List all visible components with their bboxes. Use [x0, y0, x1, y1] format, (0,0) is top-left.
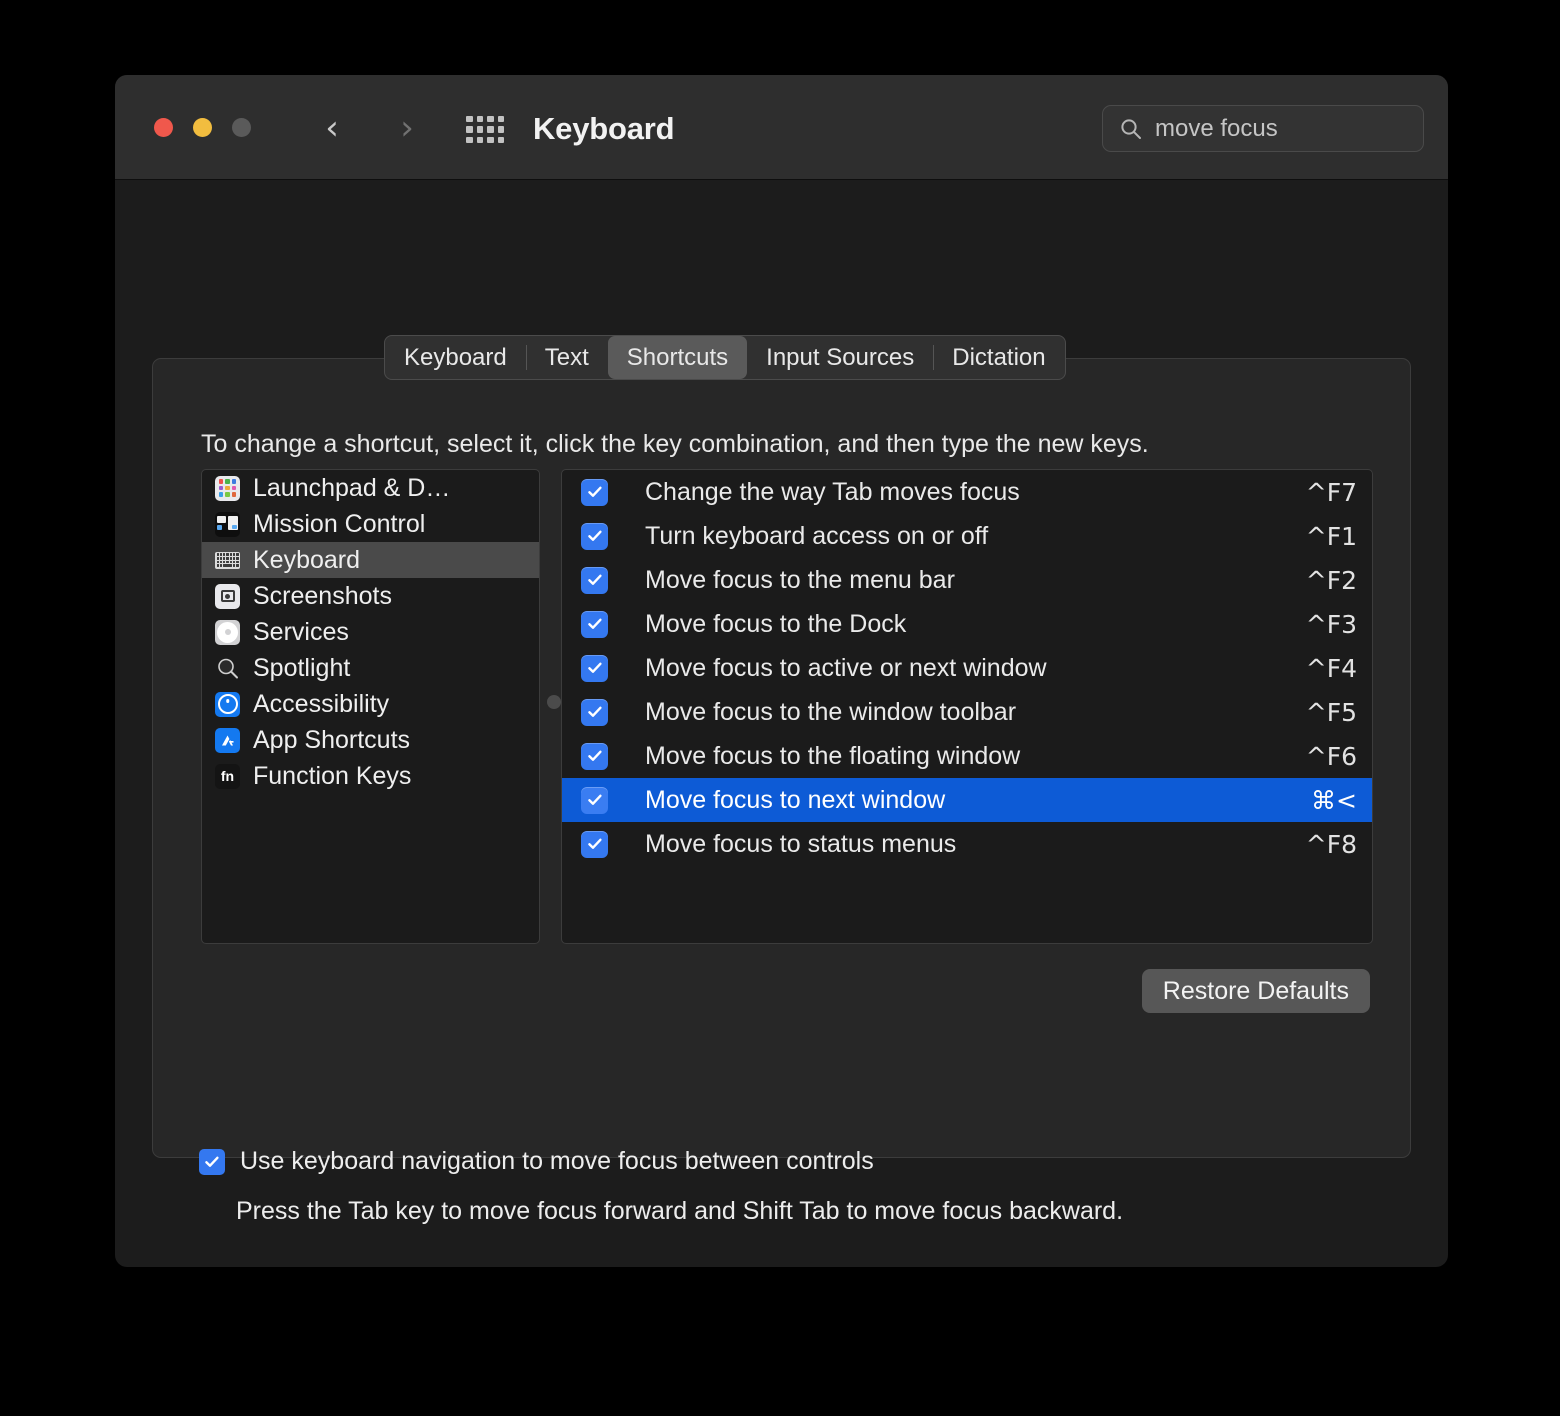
sidebar-item-accessibility[interactable]: Accessibility [202, 686, 539, 722]
sidebar-item-app-shortcuts[interactable]: App Shortcuts [202, 722, 539, 758]
shortcut-checkbox[interactable] [581, 698, 608, 726]
shortcut-label: Move focus to status menus [645, 829, 957, 858]
shortcut-checkbox[interactable] [581, 522, 608, 550]
shortcut-label: Move focus to the floating window [645, 741, 1021, 770]
window-titlebar: ‹ › Keyboard ✕ [115, 75, 1448, 180]
forward-arrow-icon[interactable]: › [386, 107, 428, 149]
instructions-text: To change a shortcut, select it, click t… [201, 430, 1149, 458]
page-title: Keyboard [533, 111, 675, 146]
services-gear-icon [215, 619, 240, 645]
shortcut-key[interactable]: ^F5 [1306, 698, 1357, 727]
sidebar-item-label: Spotlight [253, 653, 351, 682]
shortcuts-list[interactable]: Change the way Tab moves focus ^F7 Turn … [561, 469, 1373, 944]
window-body: To change a shortcut, select it, click t… [115, 180, 1448, 1266]
table-row[interactable]: Move focus to active or next window ^F4 [562, 646, 1372, 690]
sidebar-item-mission-control[interactable]: Mission Control [202, 506, 539, 542]
search-input[interactable] [1155, 114, 1448, 143]
shortcut-key[interactable]: ^F4 [1306, 654, 1357, 683]
shortcut-checkbox[interactable] [581, 478, 608, 506]
sidebar-item-label: Function Keys [253, 761, 412, 790]
table-row-selected[interactable]: Move focus to next window ⌘< [562, 778, 1372, 822]
preference-tabs[interactable]: Keyboard Text Shortcuts Input Sources Di… [384, 335, 1066, 380]
zoom-window-button[interactable] [232, 118, 251, 137]
sidebar-item-spotlight[interactable]: Spotlight [202, 650, 539, 686]
shortcut-label: Change the way Tab moves focus [645, 477, 1020, 506]
shortcut-checkbox[interactable] [581, 566, 608, 594]
keyboard-navigation-checkbox[interactable] [199, 1148, 225, 1175]
sidebar-item-label: Services [253, 617, 349, 646]
sidebar-item-launchpad-and-dock[interactable]: Launchpad & D… [202, 470, 539, 506]
keyboard-preferences-window: ‹ › Keyboard ✕ To change a shortcut, sel… [115, 75, 1448, 1267]
sidebar-item-services[interactable]: Services [202, 614, 539, 650]
app-store-icon [215, 727, 240, 753]
launchpad-icon [215, 475, 240, 501]
sidebar-item-label: Keyboard [253, 545, 361, 574]
shortcut-label: Move focus to the window toolbar [645, 697, 1017, 726]
table-row[interactable]: Move focus to the window toolbar ^F5 [562, 690, 1372, 734]
sidebar-item-screenshots[interactable]: Screenshots [202, 578, 539, 614]
shortcut-key[interactable]: ^F8 [1306, 830, 1357, 859]
tab-text[interactable]: Text [525, 336, 608, 379]
table-row[interactable]: Change the way Tab moves focus ^F7 [562, 470, 1372, 514]
shortcut-key[interactable]: ^F7 [1306, 478, 1357, 507]
back-arrow-icon[interactable]: ‹ [311, 107, 353, 149]
show-all-grid-icon[interactable] [466, 116, 504, 143]
content-card: To change a shortcut, select it, click t… [152, 358, 1411, 1225]
keyboard-navigation-checkbox-row[interactable]: Use keyboard navigation to move focus be… [199, 1147, 874, 1176]
shortcut-key[interactable]: ^F1 [1306, 522, 1357, 551]
tab-dictation[interactable]: Dictation [933, 336, 1064, 379]
table-row[interactable]: Move focus to the floating window ^F6 [562, 734, 1372, 778]
sidebar-item-label: App Shortcuts [253, 725, 411, 754]
close-window-button[interactable] [154, 118, 173, 137]
sidebar-item-label: Launchpad & D… [253, 473, 451, 502]
shortcut-label: Move focus to the menu bar [645, 565, 955, 594]
table-row[interactable]: Move focus to the menu bar ^F2 [562, 558, 1372, 602]
search-icon [1119, 117, 1143, 141]
tab-input-sources[interactable]: Input Sources [747, 336, 933, 379]
shortcut-key[interactable]: ⌘< [1311, 786, 1357, 815]
shortcut-label: Move focus to next window [645, 785, 946, 814]
shortcut-checkbox[interactable] [581, 610, 608, 638]
shortcut-key[interactable]: ^F6 [1306, 742, 1357, 771]
search-field[interactable]: ✕ [1102, 105, 1448, 152]
sidebar-item-function-keys[interactable]: fn Function Keys [202, 758, 539, 794]
keyboard-icon [215, 548, 240, 573]
shortcut-key[interactable]: ^F2 [1306, 566, 1357, 595]
shortcut-key[interactable]: ^F3 [1306, 610, 1357, 639]
sidebar-item-label: Mission Control [253, 509, 426, 538]
shortcut-label: Move focus to the Dock [645, 609, 907, 638]
mission-control-icon [215, 511, 240, 537]
fn-key-icon: fn [215, 763, 240, 789]
tab-shortcuts[interactable]: Shortcuts [607, 336, 748, 379]
screenshot-icon [215, 583, 240, 609]
shortcut-checkbox[interactable] [581, 830, 608, 858]
accessibility-icon [215, 691, 240, 717]
table-row[interactable]: Turn keyboard access on or off ^F1 [562, 514, 1372, 558]
shortcut-label: Turn keyboard access on or off [645, 521, 989, 550]
restore-defaults-button[interactable]: Restore Defaults [1141, 969, 1370, 1013]
sidebar-item-keyboard[interactable]: Keyboard [202, 542, 539, 578]
shortcut-checkbox[interactable] [581, 654, 608, 682]
keyboard-navigation-hint: Press the Tab key to move focus forward … [236, 1197, 1124, 1225]
shortcut-label: Move focus to active or next window [645, 653, 1047, 682]
sidebar-item-label: Screenshots [253, 581, 392, 610]
sidebar-item-label: Accessibility [253, 689, 390, 718]
shortcut-checkbox[interactable] [581, 786, 608, 814]
table-row[interactable]: Move focus to the Dock ^F3 [562, 602, 1372, 646]
minimize-window-button[interactable] [193, 118, 212, 137]
keyboard-navigation-label: Use keyboard navigation to move focus be… [240, 1147, 874, 1175]
shortcut-categories-list[interactable]: Launchpad & D… Mission Control Keyboard … [201, 469, 540, 944]
pane-splitter-handle[interactable] [547, 695, 561, 709]
shortcut-checkbox[interactable] [581, 742, 608, 770]
tab-keyboard[interactable]: Keyboard [385, 336, 526, 379]
table-row[interactable]: Move focus to status menus ^F8 [562, 822, 1372, 866]
spotlight-magnifier-icon [215, 656, 240, 681]
